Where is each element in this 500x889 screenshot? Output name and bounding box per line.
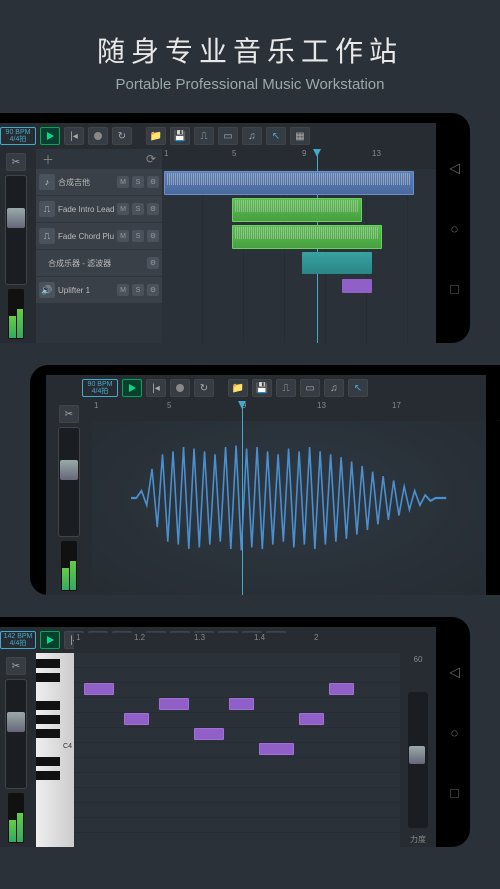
mixer-button[interactable]: ⎍ bbox=[194, 127, 214, 145]
add-track-button[interactable]: ＋ bbox=[42, 151, 54, 168]
phone-pianoroll: ◁ ○ □ 142 BPM 4/4拍 |◂ ↻ 📁 💾 ⎍ ▭ ♫ ↖ ✂ bbox=[0, 617, 470, 847]
track-list: ＋ ⟳ ♪ 合成吉他 M S ⚙ ⎍ Fade Intro Lead M S ⚙ bbox=[36, 149, 162, 343]
midi-note[interactable] bbox=[194, 728, 224, 740]
tablet-button[interactable]: ▭ bbox=[218, 127, 238, 145]
record-button[interactable] bbox=[170, 379, 190, 397]
toolbar: 90 BPM 4/4拍 |◂ ↻ 📁 💾 ⎍ ▭ ♫ ↖ bbox=[46, 375, 486, 401]
phone-timeline: ◁ ○ □ 90 BPM 4/4拍 |◂ ↻ 📁 💾 ⎍ ▭ ♫ ↖ ▦ ✂ bbox=[0, 113, 470, 343]
track-row[interactable]: ♪ 合成吉他 M S ⚙ bbox=[36, 169, 162, 195]
rewind-button[interactable]: |◂ bbox=[146, 379, 166, 397]
clip[interactable] bbox=[302, 252, 372, 274]
record-button[interactable] bbox=[88, 127, 108, 145]
velocity-value: 60 bbox=[400, 653, 436, 666]
clip[interactable] bbox=[164, 171, 414, 195]
nav-back-icon[interactable]: ◁ bbox=[449, 160, 460, 177]
loop-button[interactable]: ↻ bbox=[112, 127, 132, 145]
speaker-icon: 🔊 bbox=[39, 282, 55, 298]
track-row[interactable]: 合成乐器 - 滤波器 ⚙ bbox=[36, 250, 162, 276]
nav-back-icon[interactable]: ◁ bbox=[449, 664, 460, 681]
scissors-icon[interactable]: ✂ bbox=[6, 153, 26, 171]
clip-area[interactable]: 1 5 9 13 bbox=[162, 149, 436, 343]
phone-waveform: ◁ ○ □ 90 BPM 4/4拍 |◂ ↻ 📁 💾 ⎍ ▭ ♫ ↖ ✂ bbox=[30, 365, 500, 595]
midi-note[interactable] bbox=[329, 683, 354, 695]
track-row[interactable]: ⎍ Fade Intro Lead M S ⚙ bbox=[36, 196, 162, 222]
velocity-slider[interactable] bbox=[408, 692, 428, 828]
clip[interactable] bbox=[342, 279, 372, 293]
level-meter bbox=[61, 541, 77, 591]
nav-home-icon[interactable]: ○ bbox=[449, 725, 460, 741]
master-fader[interactable] bbox=[5, 175, 27, 285]
settings-icon[interactable]: ⚙ bbox=[147, 257, 159, 269]
play-button[interactable] bbox=[40, 127, 60, 145]
grid-button[interactable]: ▦ bbox=[290, 127, 310, 145]
tablet-button[interactable]: ▭ bbox=[300, 379, 320, 397]
save-button[interactable]: 💾 bbox=[252, 379, 272, 397]
midi-note[interactable] bbox=[229, 698, 254, 710]
settings-icon[interactable]: ⚙ bbox=[147, 203, 159, 215]
timeline-ruler[interactable]: 1 1.2 1.3 1.4 2 bbox=[74, 633, 400, 653]
settings-icon[interactable]: ⚙ bbox=[147, 230, 159, 242]
folder-button[interactable]: 📁 bbox=[228, 379, 248, 397]
velocity-label: 力度 bbox=[400, 834, 436, 845]
midi-note[interactable] bbox=[124, 713, 149, 725]
scissors-icon[interactable]: ✂ bbox=[6, 657, 26, 675]
title-en: Portable Professional Music Workstation bbox=[0, 76, 500, 93]
tempo-display[interactable]: 90 BPM 4/4拍 bbox=[0, 127, 36, 145]
midi-note[interactable] bbox=[299, 713, 324, 725]
cursor-button[interactable]: ↖ bbox=[348, 379, 368, 397]
play-button[interactable] bbox=[40, 631, 60, 649]
refresh-icon[interactable]: ⟳ bbox=[146, 152, 156, 166]
clip[interactable] bbox=[232, 225, 382, 249]
midi-note[interactable] bbox=[259, 743, 294, 755]
settings-icon[interactable]: ⚙ bbox=[147, 284, 159, 296]
play-button[interactable] bbox=[122, 379, 142, 397]
level-meter bbox=[8, 289, 24, 339]
loop-button[interactable]: ↻ bbox=[194, 379, 214, 397]
midi-note[interactable] bbox=[159, 698, 189, 710]
level-meter bbox=[8, 793, 24, 843]
piano-keys[interactable]: C4 bbox=[36, 653, 74, 847]
velocity-panel: 60 力度 bbox=[400, 653, 436, 847]
note-button[interactable]: ♫ bbox=[324, 379, 344, 397]
folder-button[interactable]: 📁 bbox=[146, 127, 166, 145]
nav-recent-icon[interactable]: □ bbox=[449, 281, 460, 297]
rewind-button[interactable]: |◂ bbox=[64, 127, 84, 145]
nav-recent-icon[interactable]: □ bbox=[449, 785, 460, 801]
cursor-button[interactable]: ↖ bbox=[266, 127, 286, 145]
mixer-button[interactable]: ⎍ bbox=[276, 379, 296, 397]
toolbar: 90 BPM 4/4拍 |◂ ↻ 📁 💾 ⎍ ▭ ♫ ↖ ▦ bbox=[0, 123, 436, 149]
track-row[interactable]: 🔊 Uplifter 1 M S ⚙ bbox=[36, 277, 162, 303]
tempo-display[interactable]: 90 BPM 4/4拍 bbox=[82, 379, 118, 397]
instrument-icon: ⎍ bbox=[39, 201, 55, 217]
note-button[interactable]: ♫ bbox=[242, 127, 262, 145]
waveform-icon bbox=[131, 440, 446, 556]
nav-home-icon[interactable]: ○ bbox=[449, 221, 460, 237]
piano-roll[interactable]: 1 1.2 1.3 1.4 2 bbox=[74, 653, 400, 847]
midi-note[interactable] bbox=[84, 683, 114, 695]
save-button[interactable]: 💾 bbox=[170, 127, 190, 145]
timeline-ruler[interactable]: 1 5 9 13 17 bbox=[92, 401, 486, 421]
instrument-icon: ♪ bbox=[39, 174, 55, 190]
track-row[interactable]: ⎍ Fade Chord Pluck M S ⚙ bbox=[36, 223, 162, 249]
tempo-display[interactable]: 142 BPM 4/4拍 bbox=[0, 631, 36, 649]
master-fader[interactable] bbox=[5, 679, 27, 789]
master-fader[interactable] bbox=[58, 427, 80, 537]
scissors-icon[interactable]: ✂ bbox=[59, 405, 79, 423]
waveform-area[interactable]: 1 5 9 13 17 bbox=[92, 401, 486, 595]
title-cn: 随身专业音乐工作站 bbox=[0, 30, 500, 70]
timeline-ruler[interactable]: 1 5 9 13 bbox=[162, 149, 436, 169]
settings-icon[interactable]: ⚙ bbox=[147, 176, 159, 188]
instrument-icon: ⎍ bbox=[39, 228, 55, 244]
clip[interactable] bbox=[232, 198, 362, 222]
